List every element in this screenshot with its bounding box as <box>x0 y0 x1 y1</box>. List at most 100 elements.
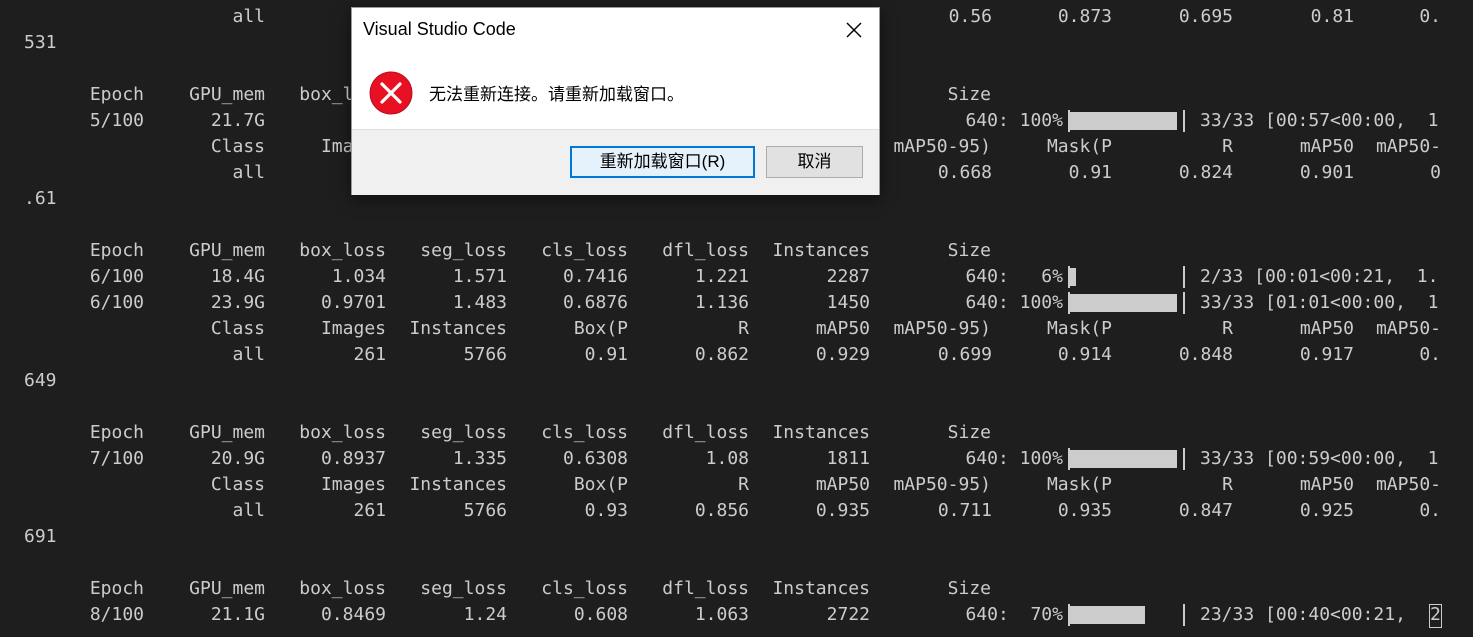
terminal-cell: 5766 <box>463 344 507 365</box>
terminal-cell: 6/100 <box>89 292 144 313</box>
terminal-cell: 23.9G <box>210 292 265 313</box>
terminal-cell: Images <box>320 474 386 495</box>
terminal-cell: 0.695 <box>1178 6 1233 27</box>
terminal-cell: 18.4G <box>210 266 265 287</box>
progress-bar-right-edge <box>1183 292 1185 314</box>
terminal-cell: 5766 <box>463 500 507 521</box>
terminal-cell: seg_loss <box>420 240 507 261</box>
terminal-cell: 691 <box>24 526 57 547</box>
terminal-cell: 0.7416 <box>562 266 628 287</box>
terminal-cell: cls_loss <box>541 422 628 443</box>
terminal-cell: 8/100 <box>89 604 144 625</box>
terminal-cell: 0.56 <box>948 6 992 27</box>
reload-window-button[interactable]: 重新加载窗口(R) <box>570 146 755 178</box>
terminal-cell: mAP50 <box>1299 474 1354 495</box>
terminal-line: Class Images Instances Box(P RmAP50 mAP50-95)… <box>0 472 1473 498</box>
terminal-cell: 0.873 <box>1057 6 1112 27</box>
terminal-cell: cls_loss <box>541 240 628 261</box>
terminal-line: Epoch GPU_mem box_loss seg_loss cls_loss dfl_… <box>0 420 1473 446</box>
terminal-cell: seg_loss <box>420 578 507 599</box>
terminal-line: Class Images Instances Box(P RmAP50 mAP50-95)… <box>0 316 1473 342</box>
terminal-cell: 0. <box>1419 6 1441 27</box>
terminal-cell: 531 <box>24 32 57 53</box>
terminal-cell: R <box>1222 474 1233 495</box>
terminal-cell: 6/100 <box>89 266 144 287</box>
terminal-cell: .61 <box>24 188 57 209</box>
terminal-cell: Mask(P <box>1046 136 1112 157</box>
terminal-cell: 0.935 <box>815 500 870 521</box>
terminal-cell: 5/100 <box>89 110 144 131</box>
reconnect-error-dialog: Visual Studio Code 无法重新连接。请重新加载窗口。 重新加载窗… <box>351 7 880 195</box>
terminal-cell: Class <box>210 136 265 157</box>
terminal-cell: 649 <box>24 370 57 391</box>
terminal-cell: 0.608 <box>573 604 628 625</box>
terminal-cell: GPU_mem <box>189 422 265 443</box>
terminal-cell: mAP50 <box>1299 318 1354 339</box>
terminal-cell: all <box>232 162 265 183</box>
progress-bar-fill <box>1070 294 1177 312</box>
terminal-cell: 1.24 <box>463 604 507 625</box>
terminal-cell: 640: 70% <box>965 604 1063 625</box>
dialog-footer: 重新加载窗口(R) 取消 <box>352 129 879 195</box>
terminal-line: Epoch GPU_mem box_loss seg_loss cls_loss dfl_… <box>0 238 1473 264</box>
terminal-cell: 33/33 [00:59<00:00, 1 <box>1200 448 1439 469</box>
terminal-cell: 2722 <box>826 604 870 625</box>
terminal-cell: 0.8469 <box>320 604 386 625</box>
terminal-cell: mAP50- <box>1375 136 1441 157</box>
terminal-cell: 0.91 <box>584 344 628 365</box>
dialog-body: 无法重新连接。请重新加载窗口。 <box>352 52 879 129</box>
close-icon[interactable] <box>840 16 868 44</box>
terminal-cell: 0.91 <box>1068 162 1112 183</box>
terminal-cell: mAP50- <box>1375 474 1441 495</box>
cancel-button[interactable]: 取消 <box>766 146 863 178</box>
terminal-cell: Epoch <box>89 240 144 261</box>
progress-bar-right-edge <box>1183 448 1185 470</box>
progress-bar-right-edge <box>1183 266 1185 288</box>
terminal-cell: 0 <box>1430 162 1441 183</box>
terminal-cell: Instances <box>772 578 870 599</box>
terminal-cell: Size <box>947 422 991 443</box>
terminal-cell: 0.917 <box>1299 344 1354 365</box>
progress-bar-right-edge <box>1183 604 1185 626</box>
terminal-cell: seg_loss <box>420 422 507 443</box>
terminal-cell: 0.9701 <box>320 292 386 313</box>
terminal-cell: dfl_loss <box>662 422 749 443</box>
terminal-cell: 21.1G <box>210 604 265 625</box>
terminal-cell: dfl_loss <box>662 578 749 599</box>
terminal-cell: 0.848 <box>1178 344 1233 365</box>
terminal-cell: 1811 <box>826 448 870 469</box>
terminal-cell: mAP50 <box>1299 136 1354 157</box>
terminal-cell: 0.81 <box>1310 6 1354 27</box>
terminal-cell: R <box>1222 318 1233 339</box>
terminal-cell: GPU_mem <box>189 84 265 105</box>
terminal-cell: 1.221 <box>694 266 749 287</box>
terminal-cell: Box(P <box>573 318 628 339</box>
terminal-cell: Epoch <box>89 84 144 105</box>
terminal-cell: GPU_mem <box>189 240 265 261</box>
terminal-cell: 0.856 <box>694 500 749 521</box>
terminal-cell: Instances <box>409 474 507 495</box>
terminal-line: 6/100 18.4G 1.034 1.571 0.7416 1.221 2287 640: … <box>0 264 1473 290</box>
terminal-cell: 7/100 <box>89 448 144 469</box>
terminal-cell: 640: 100% <box>965 110 1063 131</box>
terminal-cell: 0.6308 <box>562 448 628 469</box>
terminal-cell: 1.483 <box>452 292 507 313</box>
terminal-cursor-cell: 2 <box>1430 604 1441 625</box>
terminal-cell: 23/33 [00:40<00:21, <box>1200 604 1406 625</box>
terminal-cell: 640: 100% <box>965 292 1063 313</box>
terminal-cell: 0.925 <box>1299 500 1354 521</box>
terminal-cell: Mask(P <box>1046 474 1112 495</box>
terminal-cell: Size <box>947 578 991 599</box>
terminal-cell: Class <box>210 474 265 495</box>
terminal-cell: 33/33 [01:01<00:00, 1 <box>1200 292 1439 313</box>
terminal-cell: all <box>232 6 265 27</box>
progress-bar-fill <box>1070 268 1076 286</box>
terminal-cell: 0. <box>1419 500 1441 521</box>
terminal-cell: 20.9G <box>210 448 265 469</box>
terminal-cell: mAP50-95) <box>893 136 991 157</box>
terminal-cell: 0.929 <box>815 344 870 365</box>
terminal-cell: Instances <box>772 240 870 261</box>
terminal-cell: 1.034 <box>331 266 386 287</box>
terminal-line: all 261 5766 0.93 0.856 0.935 0.711 0.935 0.847 0… <box>0 498 1473 524</box>
